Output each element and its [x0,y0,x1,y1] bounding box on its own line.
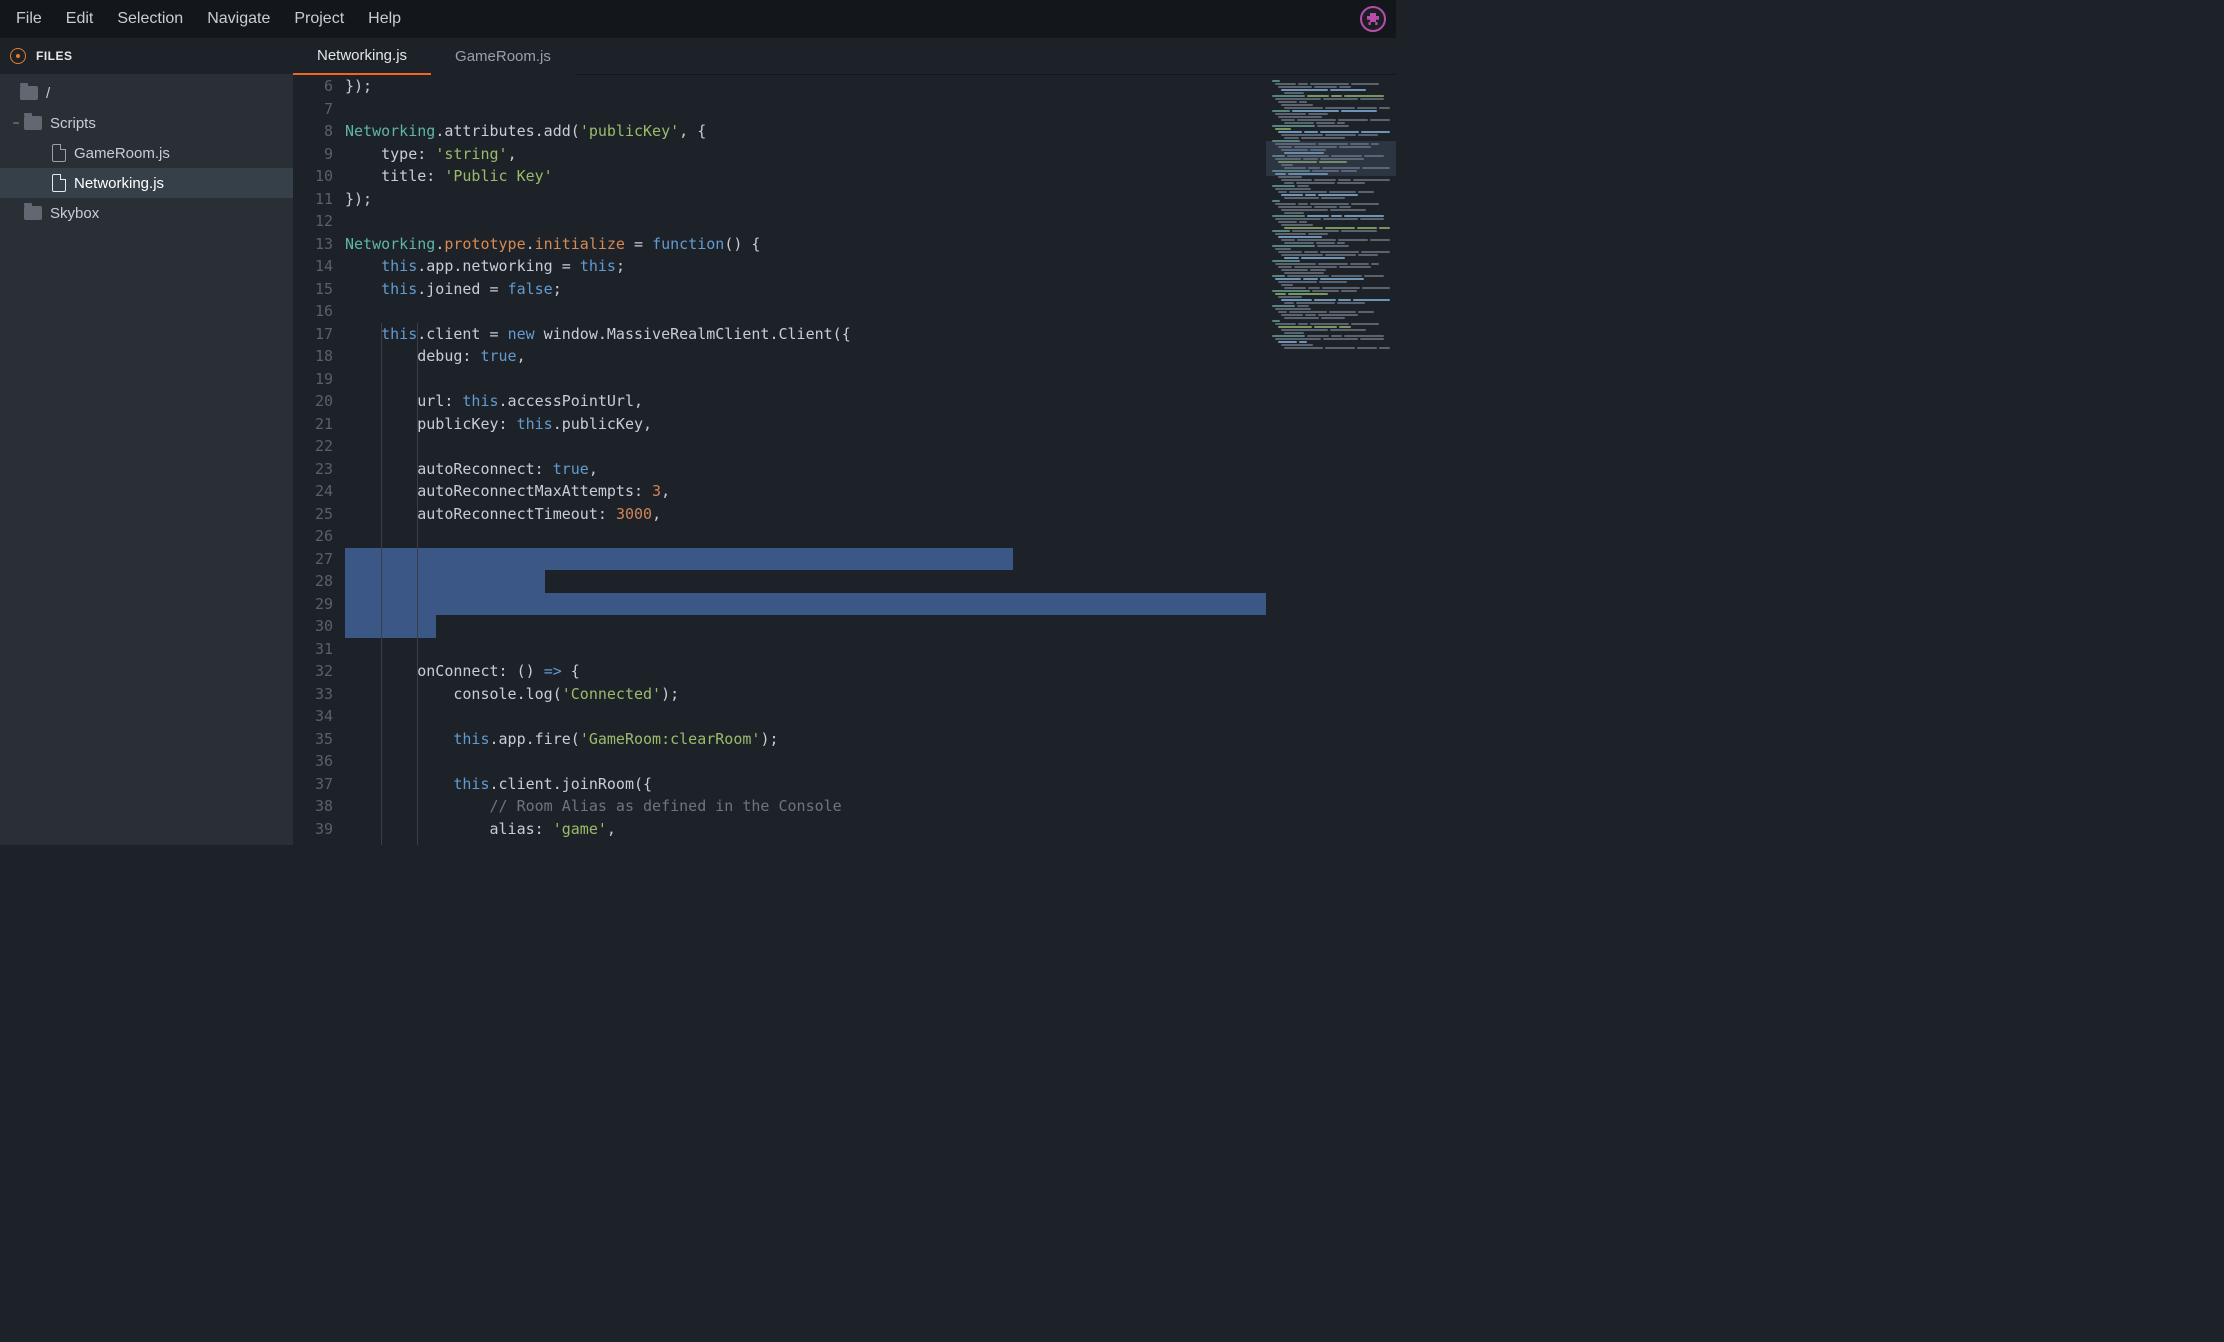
code-editor[interactable]: 6789101112131415161718192021222324252627… [293,75,1266,845]
tree-folder-scripts[interactable]: − Scripts [0,108,293,138]
folder-icon [20,86,38,100]
tree-root-label: / [46,85,50,102]
menu-navigate[interactable]: Navigate [195,0,282,38]
menubar: File Edit Selection Navigate Project Hel… [0,0,1396,38]
menu-edit[interactable]: Edit [54,0,106,38]
code-line[interactable]: this.app.networking = this; [345,255,1266,278]
code-line[interactable] [345,368,1266,391]
minimap[interactable] [1266,75,1396,845]
code-line[interactable]: autoReconnectMaxAttempts: 3, [345,480,1266,503]
sidebar: FILES / − Scripts GameRoom.js Networking… [0,38,293,845]
code-line[interactable]: this.app.fire('GameRoom:clearRoom'); [345,728,1266,751]
tree-folder-label: Scripts [50,115,96,132]
code-line[interactable] [345,840,1266,845]
code-line[interactable]: }, [345,615,1266,638]
code-line[interactable]: // Room Alias as defined in the Console [345,795,1266,818]
code-line[interactable]: url: this.accessPointUrl, [345,390,1266,413]
collapse-icon: − [8,116,24,130]
code-line[interactable] [345,435,1266,458]
code-line[interactable] [345,525,1266,548]
files-panel-header[interactable]: FILES [0,38,293,74]
tree-file-label: GameRoom.js [74,145,170,162]
code-line[interactable] [345,300,1266,323]
avatar[interactable] [1360,6,1386,32]
tree-file-label: Networking.js [74,175,164,192]
code-line[interactable] [345,638,1266,661]
tab-networking[interactable]: Networking.js [293,38,431,75]
code-line[interactable]: autoReconnectTimeout: 3000, [345,503,1266,526]
code-line[interactable]: publicKey: this.publicKey, [345,413,1266,436]
tree-folder-skybox[interactable]: Skybox [0,198,293,228]
target-icon [10,48,26,64]
tabs-spacer [575,38,1396,75]
code-line[interactable]: alias: 'game', [345,818,1266,841]
code-line[interactable]: }); [345,188,1266,211]
editor-area: Networking.js GameRoom.js 67891011121314… [293,38,1396,845]
menu-project[interactable]: Project [282,0,356,38]
code-line[interactable]: Networking.attributes.add('publicKey', { [345,120,1266,143]
menubar-items: File Edit Selection Navigate Project Hel… [4,0,413,38]
code-line[interactable]: this.client = new window.MassiveRealmCli… [345,323,1266,346]
tree-file-gameroom[interactable]: GameRoom.js [0,138,293,168]
tree-file-networking[interactable]: Networking.js [0,168,293,198]
files-panel-label: FILES [36,49,73,63]
tree-root[interactable]: / [0,78,293,108]
code-line[interactable]: onConnect: () => { [345,660,1266,683]
tab-gameroom[interactable]: GameRoom.js [431,38,575,75]
code-content[interactable]: }); Networking.attributes.add('publicKey'… [345,75,1266,845]
code-line[interactable] [345,750,1266,773]
code-line[interactable]: type: 'string', [345,143,1266,166]
code-line[interactable] [345,98,1266,121]
code-line[interactable]: title: 'Public Key' [345,165,1266,188]
avatar-icon [1364,10,1382,28]
file-icon [52,174,66,192]
file-icon [52,144,66,162]
line-number-gutter: 6789101112131415161718192021222324252627… [293,75,345,845]
folder-icon [24,116,42,130]
code-line[interactable]: }); [345,75,1266,98]
menu-file[interactable]: File [4,0,54,38]
code-line[interactable] [345,705,1266,728]
code-line[interactable]: console.log('Connected'); [345,683,1266,706]
code-line[interactable]: Networking.prototype.initialize = functi… [345,233,1266,256]
file-tree: / − Scripts GameRoom.js Networking.js Sk… [0,74,293,228]
code-line[interactable]: this.joined = false; [345,278,1266,301]
menu-help[interactable]: Help [356,0,413,38]
code-line[interactable]: autoReconnect: true, [345,458,1266,481]
tree-folder-label: Skybox [50,205,99,222]
folder-icon [24,206,42,220]
menu-selection[interactable]: Selection [105,0,195,38]
code-line[interactable]: debug: true, [345,345,1266,368]
minimap-viewport[interactable] [1266,141,1396,176]
code-line[interactable]: this.client.joinRoom({ [345,773,1266,796]
editor-tabs: Networking.js GameRoom.js [293,38,1396,75]
code-line[interactable] [345,210,1266,233]
